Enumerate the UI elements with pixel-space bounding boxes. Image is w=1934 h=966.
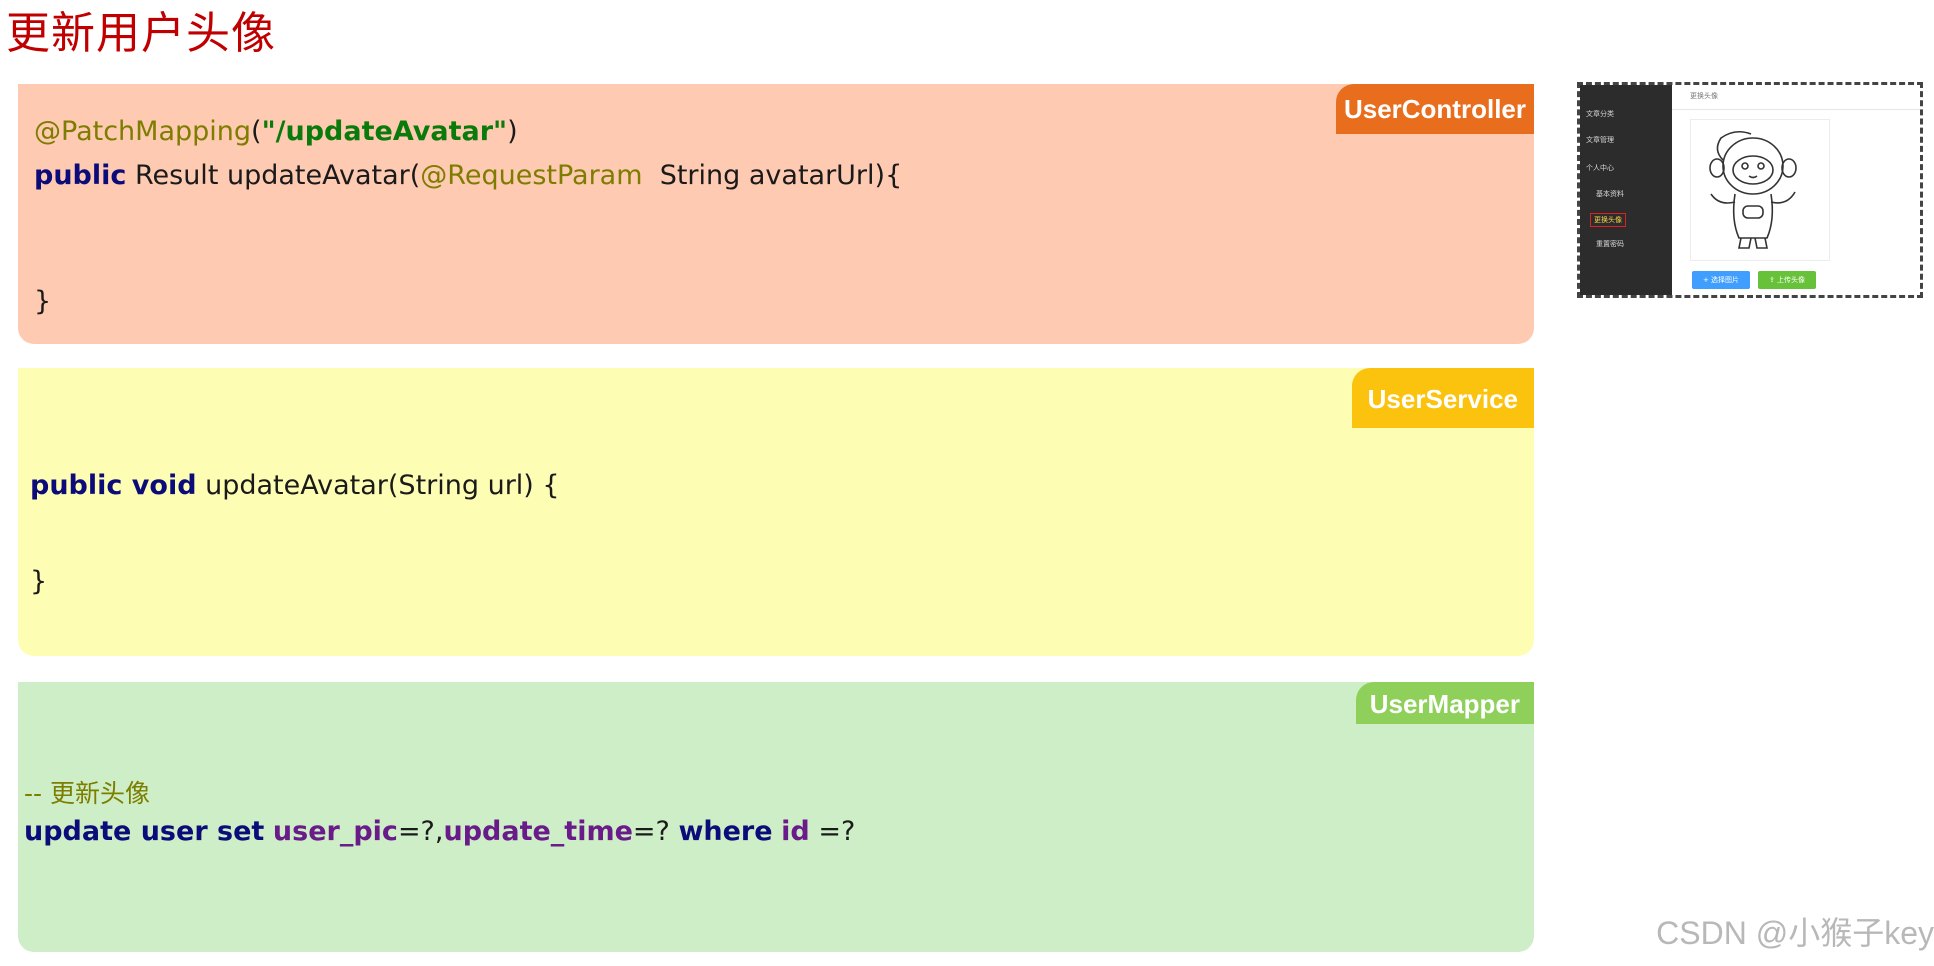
controller-code-line-2: public Result updateAvatar(@RequestParam…	[34, 154, 902, 198]
controller-code-box: UserController @PatchMapping("/updateAva…	[18, 84, 1534, 344]
preview-header-title: 更换头像	[1690, 92, 1718, 100]
monkey-avatar-icon	[1709, 130, 1797, 249]
method-signature-start: Result updateAvatar(	[126, 160, 421, 191]
controller-close-brace: }	[34, 286, 52, 317]
sql-where-keyword: where	[678, 816, 773, 847]
preview-menu-article-manage: 文章管理	[1586, 136, 1614, 144]
preview-menu-change-avatar: 更换头像	[1590, 213, 1626, 227]
preview-sidebar: 文章分类 文章管理 个人中心 基本资料 更换头像 重置密码	[1580, 85, 1672, 295]
public-void-keyword: public void	[30, 470, 197, 501]
preview-menu-article-category: 文章分类	[1586, 110, 1614, 118]
sql-field-update-time: update_time	[443, 816, 633, 847]
sql-eq-2: =?	[632, 816, 679, 847]
method-signature-end: String avatarUrl){	[642, 160, 903, 191]
csdn-watermark: CSDN @小猴子key	[1656, 915, 1934, 951]
service-close-brace: }	[30, 566, 48, 597]
sql-eq-1: =?,	[397, 816, 444, 847]
service-code-box: UserService public void updateAvatar(Str…	[18, 368, 1534, 656]
sql-eq-3: =?	[809, 816, 856, 847]
preview-menu-personal-center: 个人中心	[1586, 164, 1614, 172]
service-code-line-1: public void updateAvatar(String url) {	[30, 464, 560, 508]
preview-avatar-image	[1690, 119, 1830, 261]
preview-upload-avatar-button: ⇪ 上传头像	[1758, 271, 1816, 289]
preview-menu-reset-password: 重置密码	[1596, 240, 1624, 248]
controller-tag: UserController	[1335, 84, 1534, 134]
mapper-tag: UserMapper	[1355, 682, 1534, 724]
preview-header: 更换头像	[1672, 85, 1920, 110]
preview-select-image-button: + 选择图片	[1692, 271, 1750, 289]
endpoint-string: "/updateAvatar"	[261, 116, 508, 147]
sql-field-id: id	[781, 816, 810, 847]
controller-code-line-1: @PatchMapping("/updateAvatar")	[34, 110, 518, 154]
ui-preview-thumbnail: 文章分类 文章管理 个人中心 基本资料 更换头像 重置密码 更换头像 + 选择图…	[1577, 82, 1923, 298]
sql-update-keyword: update user set	[24, 816, 265, 847]
paren-close: )	[507, 116, 518, 147]
sql-comment: -- 更新头像	[24, 779, 150, 808]
page-title: 更新用户头像	[6, 8, 276, 59]
paren-open: (	[251, 116, 262, 147]
service-tag: UserService	[1351, 368, 1534, 428]
preview-menu-basic-info: 基本资料	[1596, 190, 1624, 198]
patch-mapping-annotation: @PatchMapping	[34, 116, 252, 147]
mapper-code-box: UserMapper -- 更新头像 update user set user_…	[18, 682, 1534, 952]
sql-field-user-pic: user_pic	[272, 816, 398, 847]
request-param-annotation: @RequestParam	[420, 160, 643, 191]
public-keyword: public	[34, 160, 127, 191]
sql-statement: update user set user_pic=?,update_time=?…	[24, 810, 855, 854]
service-method-signature: updateAvatar(String url) {	[196, 470, 560, 501]
